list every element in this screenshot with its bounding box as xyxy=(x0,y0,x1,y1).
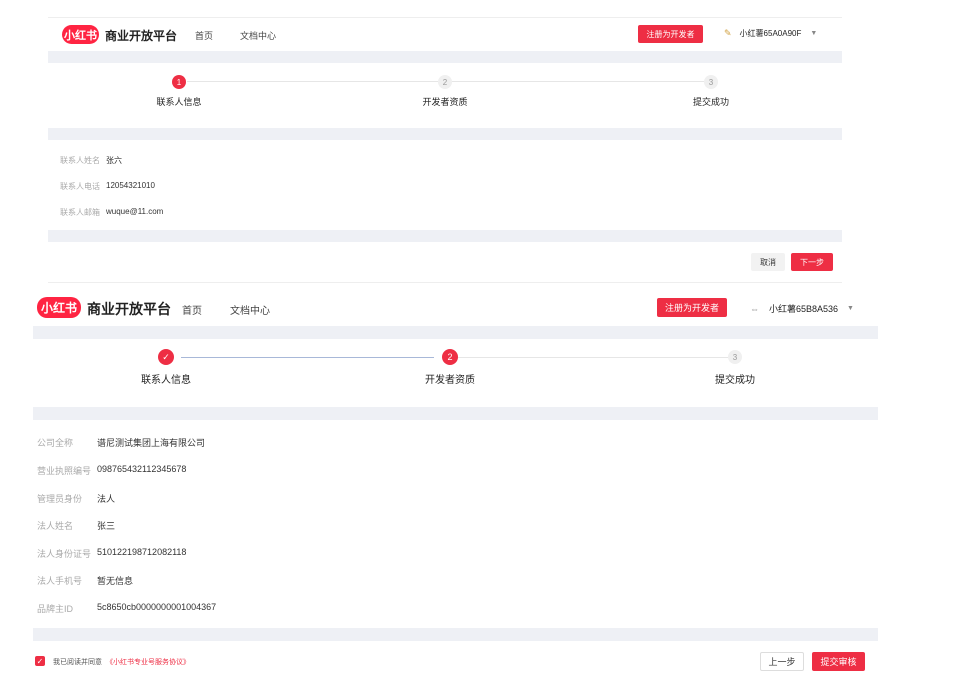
top-band-2 xyxy=(48,128,842,140)
submit-review-button[interactable]: 提交审核 xyxy=(812,652,865,671)
agree-text: 我已阅读并同意 xyxy=(53,659,102,666)
cancel-button[interactable]: 取消 xyxy=(751,253,785,271)
field-value: 12054321010 xyxy=(106,181,155,190)
bottom-band-1 xyxy=(33,326,878,339)
platform-title: 商业开放平台 xyxy=(105,29,178,43)
step-connector-done xyxy=(181,357,434,358)
step-2-circle: 2 xyxy=(442,349,458,365)
step-1-label: 联系人信息 xyxy=(156,97,202,107)
field-value: 098765432112345678 xyxy=(97,464,187,474)
field-label: 公司全称 xyxy=(37,438,74,448)
step-3-label: 提交成功 xyxy=(692,97,730,107)
field-label: 品牌主ID xyxy=(37,604,74,614)
bottom-band-2 xyxy=(33,407,878,420)
field-label: 联系人姓名 xyxy=(60,156,100,165)
register-developer-button[interactable]: 注册为开发者 xyxy=(638,25,703,43)
top-band-3 xyxy=(48,230,842,242)
field-value: 暂无信息 xyxy=(97,576,134,586)
step-3-circle: 3 xyxy=(704,75,718,89)
step-2-label: 开发者资质 xyxy=(422,97,468,107)
check-icon: ✓ xyxy=(36,656,44,666)
field-value: 张六 xyxy=(106,156,122,165)
nav-docs[interactable]: 文档中心 xyxy=(230,302,270,317)
field-value: 510122198712082118 xyxy=(97,547,187,557)
field-value: 谱尼测试集团上海有限公司 xyxy=(97,438,206,448)
brand-logo[interactable]: 小红书 xyxy=(62,25,99,44)
field-label: 营业执照编号 xyxy=(37,466,92,476)
user-menu[interactable]: ✎ 小红薯65A0A90F ▼ xyxy=(724,28,817,39)
user-menu[interactable]: ⇔ 小红薯65B8A536 ▼ xyxy=(750,302,854,315)
field-label: 联系人邮箱 xyxy=(60,208,100,217)
step-connector xyxy=(452,81,704,82)
step-1-check-icon: ✓ xyxy=(158,349,174,365)
register-developer-button[interactable]: 注册为开发者 xyxy=(657,298,727,317)
field-value: wuque@11.com xyxy=(106,207,164,216)
bottom-band-3 xyxy=(33,628,878,641)
top-band-1 xyxy=(48,51,842,63)
divider xyxy=(48,282,842,283)
step-1-circle: 1 xyxy=(172,75,186,89)
step-2-circle: 2 xyxy=(438,75,452,89)
username: 小红薯65A0A90F xyxy=(739,29,802,38)
username: 小红薯65B8A536 xyxy=(769,304,839,314)
chevron-down-icon: ▼ xyxy=(810,30,818,37)
field-label: 法人身份证号 xyxy=(37,549,92,559)
nav-home[interactable]: 首页 xyxy=(195,29,213,42)
agree-checkbox[interactable]: ✓ xyxy=(35,656,45,666)
field-value: 法人 xyxy=(97,494,116,504)
field-label: 法人姓名 xyxy=(37,521,74,531)
step-connector xyxy=(187,81,439,82)
platform-title: 商业开放平台 xyxy=(87,301,171,317)
field-label: 法人手机号 xyxy=(37,576,83,586)
step-3-circle: 3 xyxy=(728,350,742,364)
step-1-label: 联系人信息 xyxy=(141,375,191,386)
step-connector xyxy=(458,357,728,358)
field-value: 5c8650cb0000000001004367 xyxy=(97,602,217,612)
agreement-link[interactable]: 《小红书专业号服务协议》 xyxy=(106,657,190,667)
prev-button[interactable]: 上一步 xyxy=(760,652,804,671)
nav-docs[interactable]: 文档中心 xyxy=(240,29,276,42)
next-button[interactable]: 下一步 xyxy=(791,253,833,271)
field-value: 张三 xyxy=(97,521,116,531)
field-label: 联系人电话 xyxy=(60,182,100,191)
step-2-label: 开发者资质 xyxy=(425,375,475,386)
chevron-down-icon: ▼ xyxy=(847,305,854,312)
link-icon: ⇔ xyxy=(750,303,759,314)
step-3-label: 提交成功 xyxy=(715,375,755,386)
nav-home[interactable]: 首页 xyxy=(182,302,202,317)
brand-logo[interactable]: 小红书 xyxy=(37,297,81,318)
pencil-icon: ✎ xyxy=(724,28,732,38)
field-label: 管理员身份 xyxy=(37,494,83,504)
